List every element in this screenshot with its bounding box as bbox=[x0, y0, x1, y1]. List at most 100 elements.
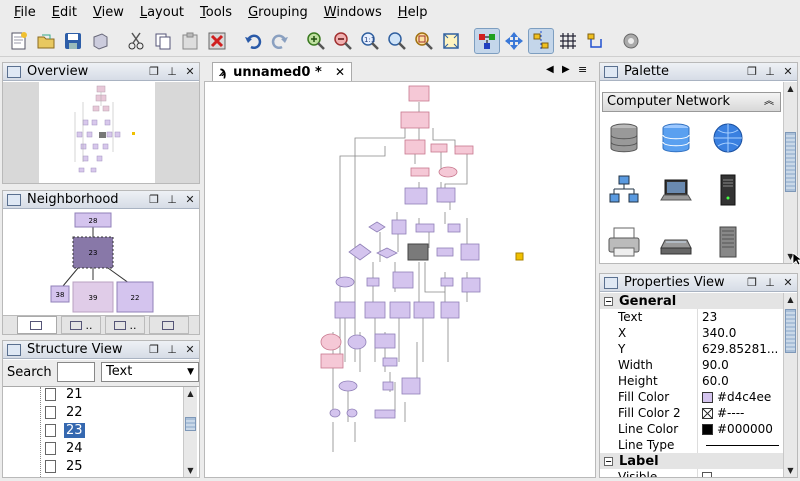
close-icon[interactable]: ✕ bbox=[181, 193, 199, 206]
zoom-original-icon[interactable]: 1:1 bbox=[357, 28, 383, 54]
database-icon[interactable] bbox=[604, 118, 644, 158]
zoom-selection-icon[interactable] bbox=[411, 28, 437, 54]
prop-value[interactable] bbox=[698, 469, 783, 477]
menu-item-2[interactable]: View bbox=[85, 0, 132, 25]
close-icon[interactable]: ✕ bbox=[181, 65, 199, 78]
zoom-out-icon[interactable] bbox=[330, 28, 356, 54]
tab-next-icon[interactable]: ▶ bbox=[562, 64, 570, 75]
orthogonal-edges-icon[interactable] bbox=[582, 28, 608, 54]
tab-prev-icon[interactable]: ◀ bbox=[546, 64, 554, 75]
delete-icon[interactable] bbox=[204, 28, 230, 54]
float-icon[interactable]: ❐ bbox=[743, 276, 761, 289]
label-category[interactable]: − Label bbox=[600, 453, 783, 469]
prop-value[interactable]: 23 bbox=[698, 309, 783, 325]
globe-icon[interactable] bbox=[708, 118, 748, 158]
prop-value[interactable]: 629.85281... bbox=[698, 341, 783, 357]
grid-snap-icon[interactable] bbox=[528, 27, 554, 54]
cut-icon[interactable] bbox=[123, 28, 149, 54]
scroll-down-icon[interactable]: ▼ bbox=[784, 464, 797, 477]
prop-value[interactable]: #d4c4ee bbox=[698, 389, 783, 405]
edit-mode-icon[interactable] bbox=[474, 27, 500, 54]
paste-icon[interactable] bbox=[177, 28, 203, 54]
overview-minimap[interactable] bbox=[3, 82, 199, 183]
layout-settings-icon[interactable] bbox=[618, 28, 644, 54]
fit-content-icon[interactable] bbox=[438, 28, 464, 54]
tab-close-icon[interactable]: ✕ bbox=[335, 65, 345, 79]
menu-item-0[interactable]: File bbox=[6, 0, 44, 25]
neighborhood-tab-4[interactable] bbox=[149, 316, 189, 334]
structure-scrollbar[interactable]: ▲ ▼ bbox=[183, 387, 197, 477]
menu-item-5[interactable]: Grouping bbox=[240, 0, 316, 25]
scroll-thumb[interactable] bbox=[785, 132, 796, 192]
prop-value[interactable]: 340.0 bbox=[698, 325, 783, 341]
graph-diagram[interactable] bbox=[205, 82, 595, 477]
graph-canvas[interactable] bbox=[204, 81, 596, 478]
scroll-up-icon[interactable]: ▲ bbox=[184, 387, 197, 400]
grid-icon[interactable] bbox=[555, 28, 581, 54]
editor-tab[interactable]: ϡ unnamed0 * ✕ bbox=[212, 62, 352, 81]
scroll-up-icon[interactable]: ▲ bbox=[784, 82, 797, 95]
neighborhood-tab-3[interactable]: .. bbox=[105, 316, 145, 334]
menu-item-4[interactable]: Tools bbox=[192, 0, 240, 25]
pin-icon[interactable]: ⊥ bbox=[761, 276, 779, 289]
menu-item-1[interactable]: Edit bbox=[44, 0, 85, 25]
prop-value[interactable]: 60.0 bbox=[698, 373, 783, 389]
collapse-icon[interactable]: ︽ bbox=[764, 93, 774, 111]
undo-icon[interactable] bbox=[240, 28, 266, 54]
search-input[interactable] bbox=[57, 362, 95, 382]
menu-item-3[interactable]: Layout bbox=[132, 0, 192, 25]
save-icon[interactable] bbox=[60, 28, 86, 54]
scroll-thumb[interactable] bbox=[785, 309, 796, 353]
server-rack-icon[interactable] bbox=[708, 222, 748, 262]
neighborhood-tab-1[interactable] bbox=[17, 316, 57, 334]
tab-list-icon[interactable]: ≡ bbox=[578, 63, 587, 76]
palette-category-header[interactable]: Computer Network ︽ bbox=[602, 92, 781, 112]
pin-icon[interactable]: ⊥ bbox=[163, 65, 181, 78]
collapse-toggle-icon[interactable]: − bbox=[604, 456, 613, 466]
menu-item-6[interactable]: Windows bbox=[316, 0, 390, 25]
float-icon[interactable]: ❐ bbox=[145, 65, 163, 78]
menu-item-7[interactable]: Help bbox=[390, 0, 436, 25]
neighborhood-body[interactable]: 28 23 38 39 22 .. .. bbox=[3, 210, 199, 334]
structure-tree: 21 22 23 24 25 ▲ ▼ bbox=[3, 386, 199, 477]
redo-icon[interactable] bbox=[267, 28, 293, 54]
scroll-thumb[interactable] bbox=[185, 417, 196, 431]
database-stack-icon[interactable] bbox=[656, 118, 696, 158]
pin-icon[interactable]: ⊥ bbox=[163, 193, 181, 206]
filter-select[interactable]: Text ▼ bbox=[101, 362, 199, 382]
zoom-in-icon[interactable] bbox=[303, 28, 329, 54]
copy-icon[interactable] bbox=[150, 28, 176, 54]
neighborhood-graph[interactable]: 28 23 38 39 22 bbox=[3, 210, 199, 314]
prop-value[interactable] bbox=[698, 437, 783, 453]
prop-value[interactable]: 90.0 bbox=[698, 357, 783, 373]
properties-scrollbar[interactable]: ▲ ▼ bbox=[783, 293, 797, 477]
zoom-icon[interactable] bbox=[384, 28, 410, 54]
move-nodes-icon[interactable] bbox=[501, 28, 527, 54]
float-icon[interactable]: ❐ bbox=[145, 343, 163, 356]
float-icon[interactable]: ❐ bbox=[145, 193, 163, 206]
pin-icon[interactable]: ⊥ bbox=[761, 65, 779, 78]
print-icon[interactable] bbox=[87, 28, 113, 54]
prop-value[interactable]: #000000 bbox=[698, 421, 783, 437]
palette-scrollbar[interactable]: ▲ ▼ bbox=[783, 82, 797, 263]
open-folder-icon[interactable] bbox=[33, 28, 59, 54]
scanner-icon[interactable] bbox=[656, 222, 696, 262]
printer-icon[interactable] bbox=[604, 222, 644, 262]
new-document-icon[interactable] bbox=[6, 28, 32, 54]
prop-value[interactable]: #---- bbox=[698, 405, 783, 421]
scroll-up-icon[interactable]: ▲ bbox=[784, 293, 797, 306]
laptop-icon[interactable] bbox=[656, 170, 696, 210]
checkbox[interactable] bbox=[702, 472, 712, 477]
close-icon[interactable]: ✕ bbox=[779, 65, 797, 78]
neighborhood-tab-2[interactable]: .. bbox=[61, 316, 101, 334]
float-icon[interactable]: ❐ bbox=[743, 65, 761, 78]
network-icon[interactable] bbox=[604, 170, 644, 210]
collapse-toggle-icon[interactable]: − bbox=[604, 296, 613, 306]
overview-body[interactable] bbox=[3, 82, 199, 183]
close-icon[interactable]: ✕ bbox=[779, 276, 797, 289]
scroll-down-icon[interactable]: ▼ bbox=[184, 464, 197, 477]
close-icon[interactable]: ✕ bbox=[181, 343, 199, 356]
pin-icon[interactable]: ⊥ bbox=[163, 343, 181, 356]
server-tower-icon[interactable] bbox=[708, 170, 748, 210]
general-category[interactable]: − General bbox=[600, 293, 783, 309]
